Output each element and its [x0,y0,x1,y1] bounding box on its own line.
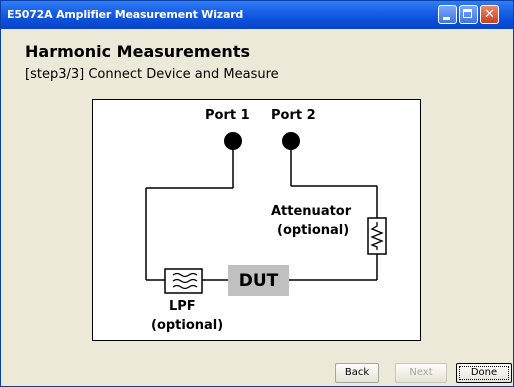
minimize-button[interactable] [438,5,457,24]
next-button[interactable]: Next [395,363,447,383]
attenuator-label: Attenuator [271,204,352,219]
maximize-button[interactable] [459,5,478,24]
window-title: E5072A Amplifier Measurement Wizard [7,8,244,21]
maximize-icon [463,9,472,18]
minimize-icon [443,17,450,20]
title-bar[interactable]: E5072A Amplifier Measurement Wizard ✕ [1,1,513,29]
port1-connector-icon [224,132,242,150]
lpf-label: LPF [169,299,196,314]
page-title: Harmonic Measurements [25,42,250,61]
connection-diagram-drawing [145,132,387,296]
port1-label: Port 1 [205,108,250,123]
dut-label: DUT [238,271,279,291]
back-button[interactable]: Back [335,363,379,383]
port2-label: Port 2 [271,108,316,123]
attenuator-optional-label: (optional) [277,223,350,238]
port2-connector-icon [282,132,300,150]
focus-ring [459,366,509,380]
step-subtitle: [step3/3] Connect Device and Measure [25,67,279,82]
done-button[interactable]: Done [456,363,512,383]
close-icon: ✕ [484,7,495,22]
lpf-optional-label: (optional) [151,318,224,333]
close-button[interactable]: ✕ [480,5,499,24]
wizard-window: E5072A Amplifier Measurement Wizard ✕ Ha… [0,0,514,387]
connection-diagram: Port 1 Port 2 Attenuator (optional) DUT … [92,99,421,341]
